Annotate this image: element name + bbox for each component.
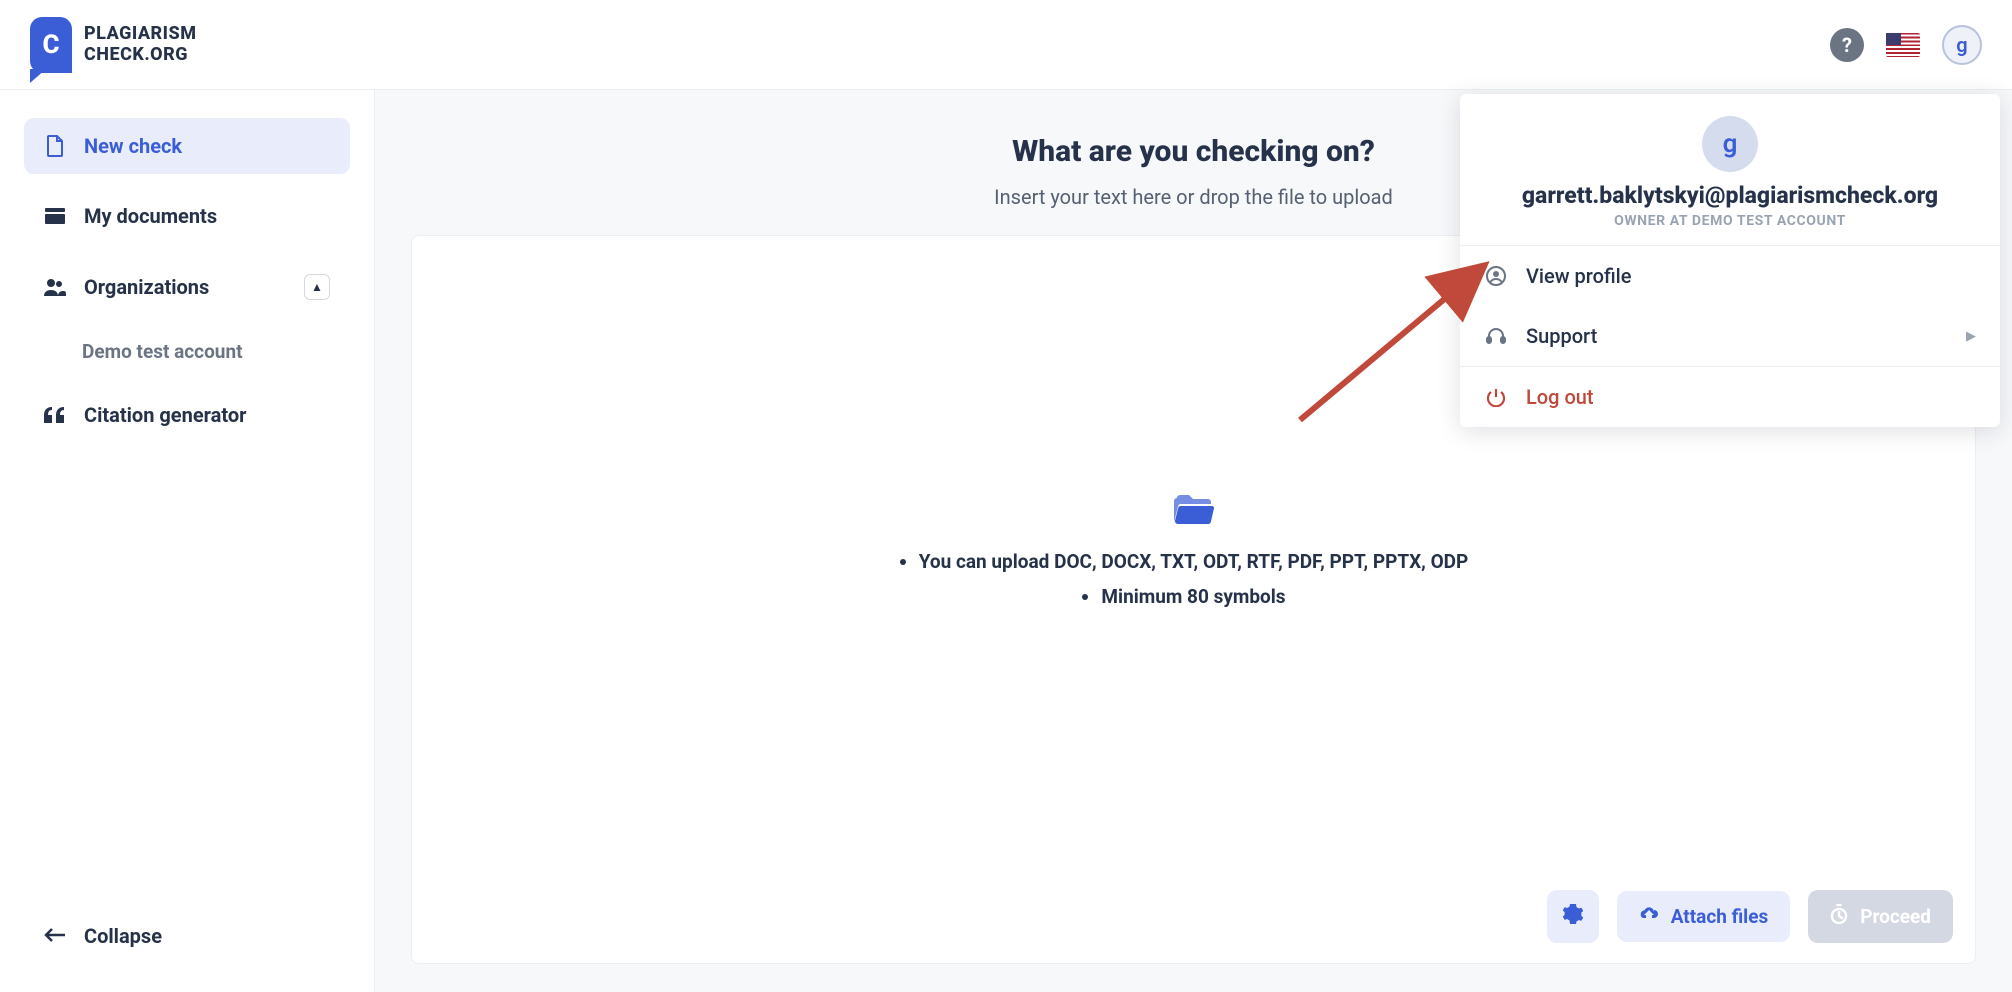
sidebar-item-label: My documents (84, 204, 217, 228)
proceed-button: Proceed (1808, 890, 1953, 943)
arrow-left-icon (44, 924, 66, 948)
brand-name: PLAGIARISM CHECK.ORG (84, 24, 196, 65)
sidebar: New check My documents Organizations ▲ D… (0, 90, 375, 992)
settings-button[interactable] (1547, 890, 1599, 943)
card-footer: Attach files Proceed (412, 870, 1975, 963)
sidebar-item-label: New check (84, 134, 182, 158)
menu-item-view-profile[interactable]: View profile (1460, 246, 2000, 306)
avatar-large-initial: g (1723, 129, 1738, 159)
sidebar-item-new-check[interactable]: New check (24, 118, 350, 174)
folder-open-icon (1173, 492, 1215, 530)
language-flag-icon[interactable] (1886, 33, 1920, 57)
app-header: C PLAGIARISM CHECK.ORG ? g (0, 0, 2012, 90)
headset-icon (1484, 326, 1508, 346)
attach-files-button[interactable]: Attach files (1617, 891, 1791, 942)
quote-icon (44, 407, 66, 423)
sidebar-item-citation-generator[interactable]: Citation generator (24, 387, 350, 443)
brand-line2: CHECK.ORG (84, 45, 196, 66)
account-avatar-button[interactable]: g (1942, 25, 1982, 65)
hint-minimum: Minimum 80 symbols (1101, 585, 1285, 608)
gear-icon (1563, 904, 1583, 929)
collapse-label: Collapse (84, 924, 162, 948)
avatar-initial: g (1956, 33, 1967, 57)
attach-label: Attach files (1671, 905, 1769, 928)
upload-cloud-icon (1639, 905, 1659, 928)
help-button[interactable]: ? (1830, 28, 1864, 62)
brand-line1: PLAGIARISM (84, 24, 196, 45)
power-icon (1484, 387, 1508, 407)
proceed-label: Proceed (1860, 905, 1931, 928)
stopwatch-icon (1830, 904, 1848, 929)
sidebar-item-organizations[interactable]: Organizations ▲ (24, 258, 350, 316)
sidebar-item-label: Citation generator (84, 403, 246, 427)
account-role: OWNER AT DEMO TEST ACCOUNT (1614, 213, 1846, 229)
brand-logo[interactable]: C PLAGIARISM CHECK.ORG (30, 17, 196, 73)
avatar-large: g (1702, 116, 1758, 172)
menu-item-label: Log out (1526, 385, 1594, 409)
account-menu-header: g garrett.baklytskyi@plagiarismcheck.org… (1460, 94, 2000, 245)
menu-item-label: View profile (1526, 264, 1631, 288)
sidebar-item-my-documents[interactable]: My documents (24, 188, 350, 244)
menu-item-logout[interactable]: Log out (1460, 367, 2000, 427)
sidebar-subitem-org[interactable]: Demo test account (24, 330, 350, 373)
folder-stack-icon (44, 207, 66, 225)
account-email: garrett.baklytskyi@plagiarismcheck.org (1522, 182, 1938, 209)
chevron-right-icon: ▶ (1966, 329, 1976, 344)
chevron-up-icon[interactable]: ▲ (304, 274, 330, 300)
sidebar-item-label: Organizations (84, 275, 209, 299)
people-icon (44, 278, 66, 296)
menu-item-support[interactable]: Support ▶ (1460, 306, 2000, 366)
menu-item-label: Support (1526, 324, 1597, 348)
upload-hints: You can upload DOC, DOCX, TXT, ODT, RTF,… (919, 544, 1469, 614)
profile-icon (1484, 266, 1508, 286)
hint-prefix: You can upload (919, 550, 1050, 573)
hint-formats: You can upload DOC, DOCX, TXT, ODT, RTF,… (919, 550, 1469, 573)
document-icon (44, 135, 66, 157)
hint-format-list: DOC, DOCX, TXT, ODT, RTF, PDF, PPT, PPTX… (1054, 550, 1468, 573)
account-menu: g garrett.baklytskyi@plagiarismcheck.org… (1460, 94, 2000, 427)
sidebar-collapse-button[interactable]: Collapse (24, 908, 350, 964)
logo-mark-icon: C (30, 17, 72, 73)
